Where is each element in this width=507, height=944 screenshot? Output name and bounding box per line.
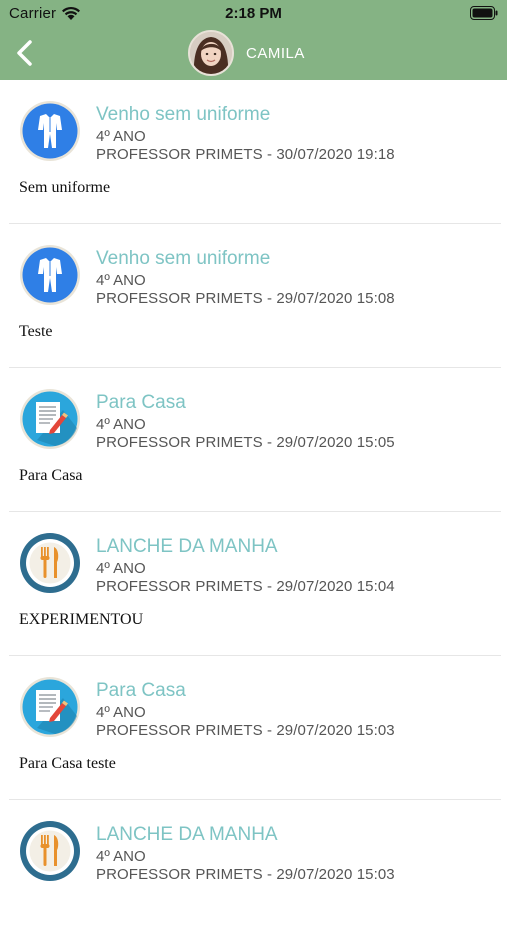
item-title: Venho sem uniforme xyxy=(96,248,271,269)
item-message: Sem uniforme xyxy=(19,179,111,196)
status-bar: Carrier 2:18 PM xyxy=(0,0,507,30)
uniform-icon xyxy=(20,245,80,305)
item-teacher-date: PROFESSOR PRIMETS - 29/07/2020 15:04 xyxy=(96,578,395,595)
item-grade: 4º ANO xyxy=(96,416,146,433)
list-item[interactable]: Venho sem uniforme 4º ANO PROFESSOR PRIM… xyxy=(0,224,507,368)
item-grade: 4º ANO xyxy=(96,848,146,865)
list-item[interactable]: Para Casa 4º ANO PROFESSOR PRIMETS - 29/… xyxy=(0,368,507,512)
back-chevron-icon[interactable] xyxy=(12,38,38,68)
agenda-list: Venho sem uniforme 4º ANO PROFESSOR PRIM… xyxy=(0,80,507,944)
avatar-photo-icon xyxy=(190,32,232,74)
clock: 2:18 PM xyxy=(225,5,282,22)
item-teacher-date: PROFESSOR PRIMETS - 29/07/2020 15:08 xyxy=(96,290,395,307)
item-teacher-date: PROFESSOR PRIMETS - 29/07/2020 15:03 xyxy=(96,722,395,739)
lunch-icon xyxy=(20,533,80,593)
list-item[interactable]: LANCHE DA MANHA 4º ANO PROFESSOR PRIMETS… xyxy=(0,800,507,944)
item-title: Para Casa xyxy=(96,392,186,413)
item-message: Teste xyxy=(19,323,53,340)
child-avatar[interactable] xyxy=(188,30,234,76)
item-title: LANCHE DA MANHA xyxy=(96,536,278,557)
item-grade: 4º ANO xyxy=(96,560,146,577)
item-grade: 4º ANO xyxy=(96,128,146,145)
item-grade: 4º ANO xyxy=(96,704,146,721)
item-message: Para Casa xyxy=(19,467,83,484)
list-item[interactable]: LANCHE DA MANHA 4º ANO PROFESSOR PRIMETS… xyxy=(0,512,507,656)
battery-icon xyxy=(470,6,498,20)
item-grade: 4º ANO xyxy=(96,272,146,289)
item-message: Para Casa teste xyxy=(19,755,116,772)
navigation-header: Carrier 2:18 PM CAMILA xyxy=(0,0,507,80)
homework-icon xyxy=(20,389,80,449)
uniform-icon xyxy=(20,101,80,161)
item-title: Venho sem uniforme xyxy=(96,104,271,125)
child-name: CAMILA xyxy=(246,45,305,62)
item-message: EXPERIMENTOU xyxy=(19,611,144,628)
item-teacher-date: PROFESSOR PRIMETS - 30/07/2020 19:18 xyxy=(96,146,395,163)
item-title: LANCHE DA MANHA xyxy=(96,824,278,845)
homework-icon xyxy=(20,677,80,737)
list-item[interactable]: Para Casa 4º ANO PROFESSOR PRIMETS - 29/… xyxy=(0,656,507,800)
item-teacher-date: PROFESSOR PRIMETS - 29/07/2020 15:05 xyxy=(96,434,395,451)
item-teacher-date: PROFESSOR PRIMETS - 29/07/2020 15:03 xyxy=(96,866,395,883)
item-title: Para Casa xyxy=(96,680,186,701)
list-item[interactable]: Venho sem uniforme 4º ANO PROFESSOR PRIM… xyxy=(0,80,507,224)
lunch-icon xyxy=(20,821,80,881)
